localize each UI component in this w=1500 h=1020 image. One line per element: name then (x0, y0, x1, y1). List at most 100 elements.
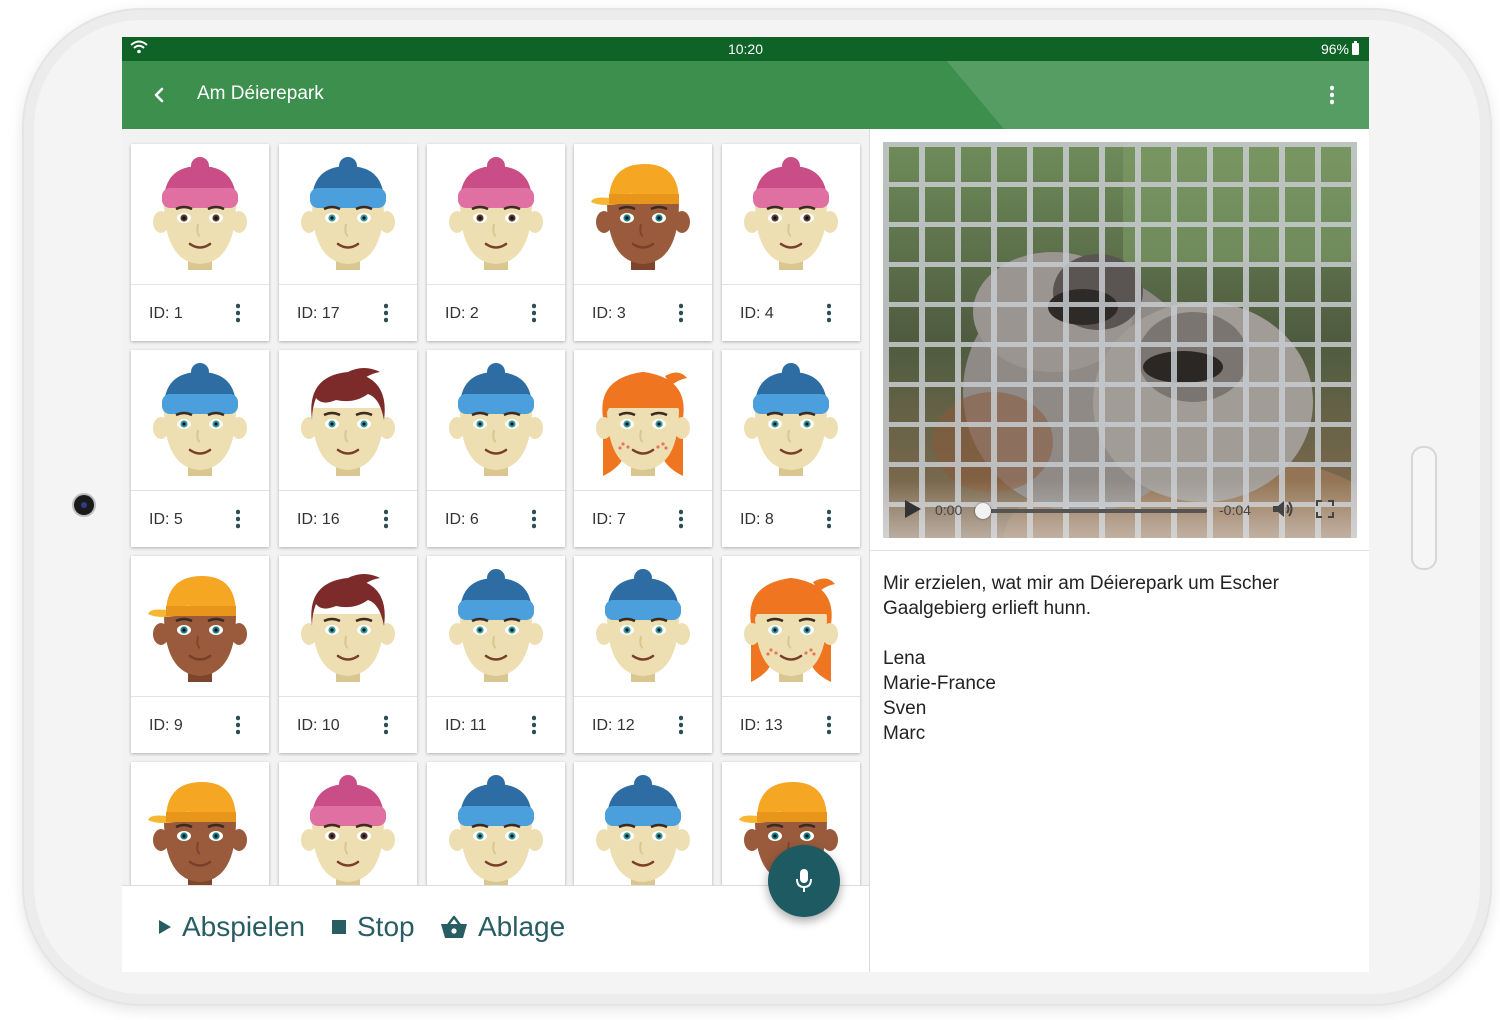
card-more-button[interactable] (674, 303, 688, 325)
avatar (574, 144, 712, 284)
card-footer: ID: 16 (279, 490, 417, 547)
avatar (574, 762, 712, 885)
back-button[interactable] (144, 80, 174, 110)
card-more-button[interactable] (674, 509, 688, 531)
seek-knob[interactable] (975, 503, 991, 519)
participant-card[interactable] (131, 762, 269, 885)
avatar (131, 350, 269, 490)
basket-icon (441, 915, 467, 938)
card-more-button[interactable] (379, 509, 393, 531)
avatar (131, 762, 269, 885)
card-more-button[interactable] (822, 303, 836, 325)
card-id-label: ID: 17 (297, 305, 340, 322)
app-bar-shade (926, 61, 1369, 129)
battery-icon (1352, 41, 1359, 55)
avatar (131, 556, 269, 696)
card-id-label: ID: 1 (149, 305, 183, 322)
description-text: Mir erzielen, wat mir am Déierepark um E… (883, 573, 1279, 619)
play-icon[interactable] (901, 498, 923, 520)
more-vert-icon (532, 715, 536, 735)
card-more-button[interactable] (822, 715, 836, 737)
participant-card[interactable] (279, 762, 417, 885)
card-more-button[interactable] (231, 715, 245, 737)
participant-card[interactable]: ID: 6 (427, 350, 565, 547)
fullscreen-icon[interactable] (1315, 499, 1335, 519)
avatar (427, 350, 565, 490)
battery-status: 96% (1321, 41, 1359, 57)
card-more-button[interactable] (231, 303, 245, 325)
card-footer: ID: 13 (722, 696, 860, 753)
participant-card[interactable]: ID: 11 (427, 556, 565, 753)
card-id-label: ID: 5 (149, 511, 183, 528)
participant-card[interactable]: ID: 1 (131, 144, 269, 341)
participant-card[interactable]: ID: 16 (279, 350, 417, 547)
participant-card[interactable]: ID: 3 (574, 144, 712, 341)
card-more-button[interactable] (527, 303, 541, 325)
more-vert-icon (1330, 85, 1334, 105)
participant-card[interactable]: ID: 10 (279, 556, 417, 753)
more-vert-icon (236, 715, 240, 735)
card-id-label: ID: 16 (297, 511, 340, 528)
app-bar: Am Déierepark (122, 61, 1369, 129)
more-vert-icon (827, 303, 831, 323)
stop-button[interactable]: Stop (331, 911, 415, 943)
card-more-button[interactable] (527, 715, 541, 737)
home-button[interactable] (1411, 446, 1437, 570)
status-time: 10:20 (727, 41, 764, 57)
participant-card[interactable]: ID: 17 (279, 144, 417, 341)
video-player[interactable]: 0:00 -0:04 (883, 142, 1357, 538)
participant-card[interactable]: ID: 2 (427, 144, 565, 341)
card-id-label: ID: 4 (740, 305, 774, 322)
avatar (131, 144, 269, 284)
more-vert-icon (532, 509, 536, 529)
card-more-button[interactable] (231, 509, 245, 531)
card-more-button[interactable] (379, 303, 393, 325)
video-controls: 0:00 -0:04 (883, 480, 1357, 538)
description: Mir erzielen, wat mir am Déierepark um E… (883, 571, 1353, 746)
card-footer: ID: 7 (574, 490, 712, 547)
card-footer: ID: 3 (574, 284, 712, 341)
volume-icon[interactable] (1271, 498, 1295, 520)
card-id-label: ID: 12 (592, 717, 635, 734)
more-vert-icon (384, 509, 388, 529)
card-more-button[interactable] (822, 509, 836, 531)
play-triangle-icon (159, 920, 171, 934)
record-fab[interactable] (768, 845, 840, 917)
more-vert-icon (236, 509, 240, 529)
microphone-icon (796, 869, 812, 892)
bottom-action-bar: Abspielen Stop Ablage (122, 885, 869, 972)
card-more-button[interactable] (527, 509, 541, 531)
author-name: Marie-France (883, 673, 996, 694)
video-seek-bar[interactable] (975, 503, 1207, 519)
video-frame (883, 142, 1357, 538)
participant-card[interactable]: ID: 4 (722, 144, 860, 341)
participant-card[interactable]: ID: 8 (722, 350, 860, 547)
participant-card[interactable]: ID: 12 (574, 556, 712, 753)
card-footer: ID: 6 (427, 490, 565, 547)
card-more-button[interactable] (674, 715, 688, 737)
card-id-label: ID: 13 (740, 717, 783, 734)
card-id-label: ID: 6 (445, 511, 479, 528)
participant-card[interactable]: ID: 13 (722, 556, 860, 753)
more-vert-icon (827, 509, 831, 529)
card-footer: ID: 2 (427, 284, 565, 341)
author-name: Lena (883, 648, 926, 669)
card-footer: ID: 17 (279, 284, 417, 341)
battery-percent: 96% (1320, 41, 1349, 57)
storage-label: Ablage (478, 911, 566, 942)
participant-card[interactable]: ID: 7 (574, 350, 712, 547)
play-button[interactable]: Abspielen (158, 911, 305, 943)
participant-card[interactable]: ID: 9 (131, 556, 269, 753)
card-more-button[interactable] (379, 715, 393, 737)
participant-card[interactable] (574, 762, 712, 885)
avatar (279, 762, 417, 885)
avatar (279, 144, 417, 284)
participant-card[interactable] (427, 762, 565, 885)
storage-button[interactable]: Ablage (440, 911, 565, 943)
participant-card[interactable]: ID: 5 (131, 350, 269, 547)
camera-icon (74, 495, 94, 515)
avatar (574, 350, 712, 490)
overflow-menu-button[interactable] (1317, 79, 1347, 111)
avatar (722, 556, 860, 696)
author-name: Sven (883, 698, 927, 719)
